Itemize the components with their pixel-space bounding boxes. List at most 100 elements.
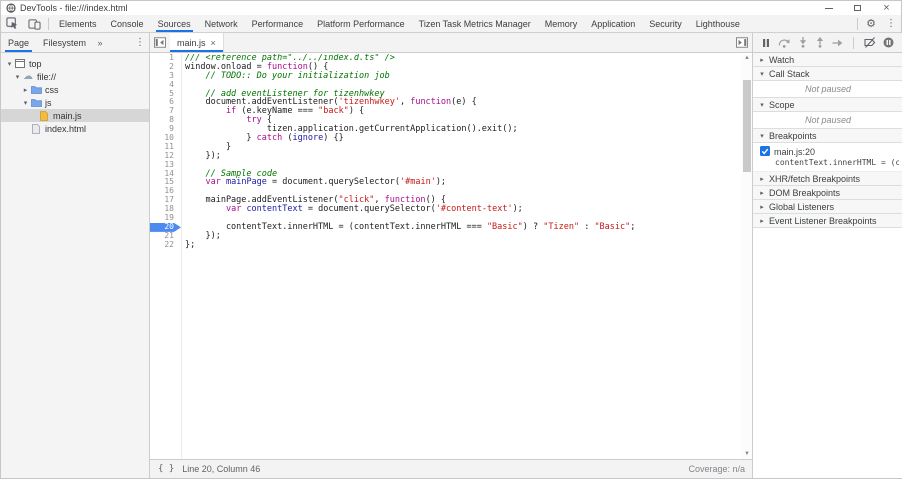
breakpoint-entry-header: main.js:20 <box>760 146 899 157</box>
section-label: XHR/fetch Breakpoints <box>769 174 860 184</box>
expander-open-icon[interactable]: ▾ <box>5 60 14 68</box>
code-line: 21 }); <box>150 232 742 241</box>
section-global-listeners[interactable]: ▸Global Listeners <box>753 200 902 214</box>
tab-network[interactable]: Network <box>198 15 245 32</box>
line-number[interactable]: 8 <box>150 116 181 125</box>
device-toolbar-button[interactable] <box>23 15 45 32</box>
editor-tab-mainjs[interactable]: main.js × <box>170 33 224 52</box>
section-label: Scope <box>769 100 795 110</box>
section-event-listener-breakpoints[interactable]: ▸Event Listener Breakpoints <box>753 214 902 228</box>
debugger-toolbar <box>753 33 902 53</box>
tab-memory[interactable]: Memory <box>538 15 585 32</box>
maximize-button[interactable] <box>843 1 872 15</box>
section-call-stack[interactable]: ▾Call Stack <box>753 67 902 81</box>
settings-gear-icon[interactable]: ⚙ <box>861 15 881 32</box>
section-dom-breakpoints[interactable]: ▸DOM Breakpoints <box>753 186 902 200</box>
line-number[interactable]: 3 <box>150 72 181 81</box>
tree-item-file[interactable]: ▾☁file:// <box>1 70 149 83</box>
line-number[interactable]: 5 <box>150 90 181 99</box>
toggle-debugger-icon[interactable] <box>732 33 752 52</box>
expander-closed-icon[interactable]: ▸ <box>21 86 30 94</box>
section-breakpoints[interactable]: ▾Breakpoints <box>753 129 902 143</box>
navigator-menu-icon[interactable]: ⋮ <box>131 33 149 52</box>
navigator-pane: Page Filesystem » ⋮ ▾top▾☁file://▸css ▾ js… <box>1 33 150 478</box>
tab-tizen-task-metrics-manager[interactable]: Tizen Task Metrics Manager <box>412 15 538 32</box>
breakpoint-entry[interactable]: main.js:20contentText.innerHTML = (co… <box>753 143 902 172</box>
line-number[interactable]: 1 <box>150 54 181 63</box>
code-text: var contentText = document.querySelector… <box>185 205 523 214</box>
code-line: 22}; <box>150 241 742 250</box>
editor-scrollbar[interactable]: ▲ ▼ <box>742 54 752 459</box>
line-number[interactable]: 6 <box>150 98 181 107</box>
breakpoint-checkbox[interactable] <box>760 146 770 158</box>
tab-application[interactable]: Application <box>584 15 642 32</box>
section-label: Event Listener Breakpoints <box>769 216 877 226</box>
line-number[interactable]: 22 <box>150 241 181 250</box>
devtools-window: DevTools - file:///index.html × Elements… <box>0 0 902 479</box>
close-button[interactable]: × <box>872 1 901 15</box>
pause-on-exceptions-icon[interactable] <box>883 37 894 48</box>
tree-item-main-js[interactable]: main.js <box>1 109 149 122</box>
line-number[interactable]: 4 <box>150 81 181 90</box>
title-bar: DevTools - file:///index.html × <box>1 1 901 15</box>
step-over-icon[interactable] <box>778 38 791 48</box>
main-menu-icon[interactable]: ⋮ <box>881 15 901 32</box>
close-tab-icon[interactable]: × <box>211 38 216 48</box>
tree-item-label: file:// <box>37 72 56 82</box>
code-line: 10 } catch (ignore) {} <box>150 134 742 143</box>
minimize-button[interactable] <box>814 1 843 15</box>
tree-item-top[interactable]: ▾top <box>1 57 149 70</box>
step-icon[interactable] <box>832 38 843 48</box>
code-line: 18 var contentText = document.querySelec… <box>150 205 742 214</box>
section-xhr-fetch-breakpoints[interactable]: ▸XHR/fetch Breakpoints <box>753 172 902 186</box>
breakpoint-snippet[interactable]: contentText.innerHTML = (co… <box>760 158 899 167</box>
editor-status-bar: { } Line 20, Column 46 Coverage: n/a <box>150 459 752 478</box>
section-label: Call Stack <box>769 69 810 79</box>
breakpoint-badge[interactable]: 20 <box>150 223 181 232</box>
scrollbar-thumb[interactable] <box>743 80 751 172</box>
expander-closed-icon: ▸ <box>758 203 766 211</box>
tree-item-label: js <box>45 98 52 108</box>
expander-open-icon[interactable]: ▾ <box>13 73 22 81</box>
step-out-icon[interactable] <box>815 37 825 48</box>
page-icon <box>30 124 42 134</box>
scroll-down-icon[interactable]: ▼ <box>742 450 752 459</box>
tab-elements[interactable]: Elements <box>52 15 104 32</box>
section-scope[interactable]: ▾Scope <box>753 98 902 112</box>
tab-filesystem[interactable]: Filesystem <box>36 33 93 52</box>
section-label: DOM Breakpoints <box>769 188 840 198</box>
tab-lighthouse[interactable]: Lighthouse <box>689 15 747 32</box>
tab-platform-performance[interactable]: Platform Performance <box>310 15 412 32</box>
pretty-print-icon[interactable]: { } <box>150 464 182 474</box>
section-label: Global Listeners <box>769 202 834 212</box>
inspect-element-button[interactable] <box>1 15 23 32</box>
toggle-navigator-icon[interactable] <box>150 33 170 52</box>
line-number[interactable]: 7 <box>150 107 181 116</box>
file-tree: ▾top▾☁file://▸css ▾ jsmain.jsindex.html <box>1 53 149 135</box>
tree-item-index-html[interactable]: index.html <box>1 122 149 135</box>
cursor-position: Line 20, Column 46 <box>182 464 260 474</box>
expander-open-icon[interactable]: ▾ <box>21 99 30 107</box>
tab-security[interactable]: Security <box>642 15 689 32</box>
expander-closed-icon: ▸ <box>758 175 766 183</box>
line-number[interactable]: 19 <box>150 214 181 223</box>
expander-open-icon: ▾ <box>758 101 766 109</box>
debugger-sidebar: ▸Watch▾Call StackNot paused▾ScopeNot pau… <box>752 33 902 478</box>
tree-item-js[interactable]: ▾ js <box>1 96 149 109</box>
editor-tab-label: main.js <box>177 38 206 48</box>
deactivate-breakpoints-icon[interactable] <box>864 37 876 48</box>
line-number[interactable]: 2 <box>150 63 181 72</box>
tree-item-css[interactable]: ▸css <box>1 83 149 96</box>
code-area[interactable]: 1/// <reference path="../../index.d.ts" … <box>150 54 742 459</box>
more-tabs-icon[interactable]: » <box>93 33 107 52</box>
scroll-up-icon[interactable]: ▲ <box>742 54 752 63</box>
tab-console[interactable]: Console <box>104 15 151 32</box>
section-watch[interactable]: ▸Watch <box>753 53 902 67</box>
tab-performance[interactable]: Performance <box>245 15 311 32</box>
tab-sources[interactable]: Sources <box>151 15 198 32</box>
step-into-icon[interactable] <box>798 37 808 48</box>
tab-page[interactable]: Page <box>1 33 36 52</box>
main-toolbar: ElementsConsoleSourcesNetworkPerformance… <box>1 15 901 33</box>
pause-icon[interactable] <box>761 38 771 48</box>
code-text: contentText.innerHTML = (contentText.inn… <box>185 223 635 232</box>
